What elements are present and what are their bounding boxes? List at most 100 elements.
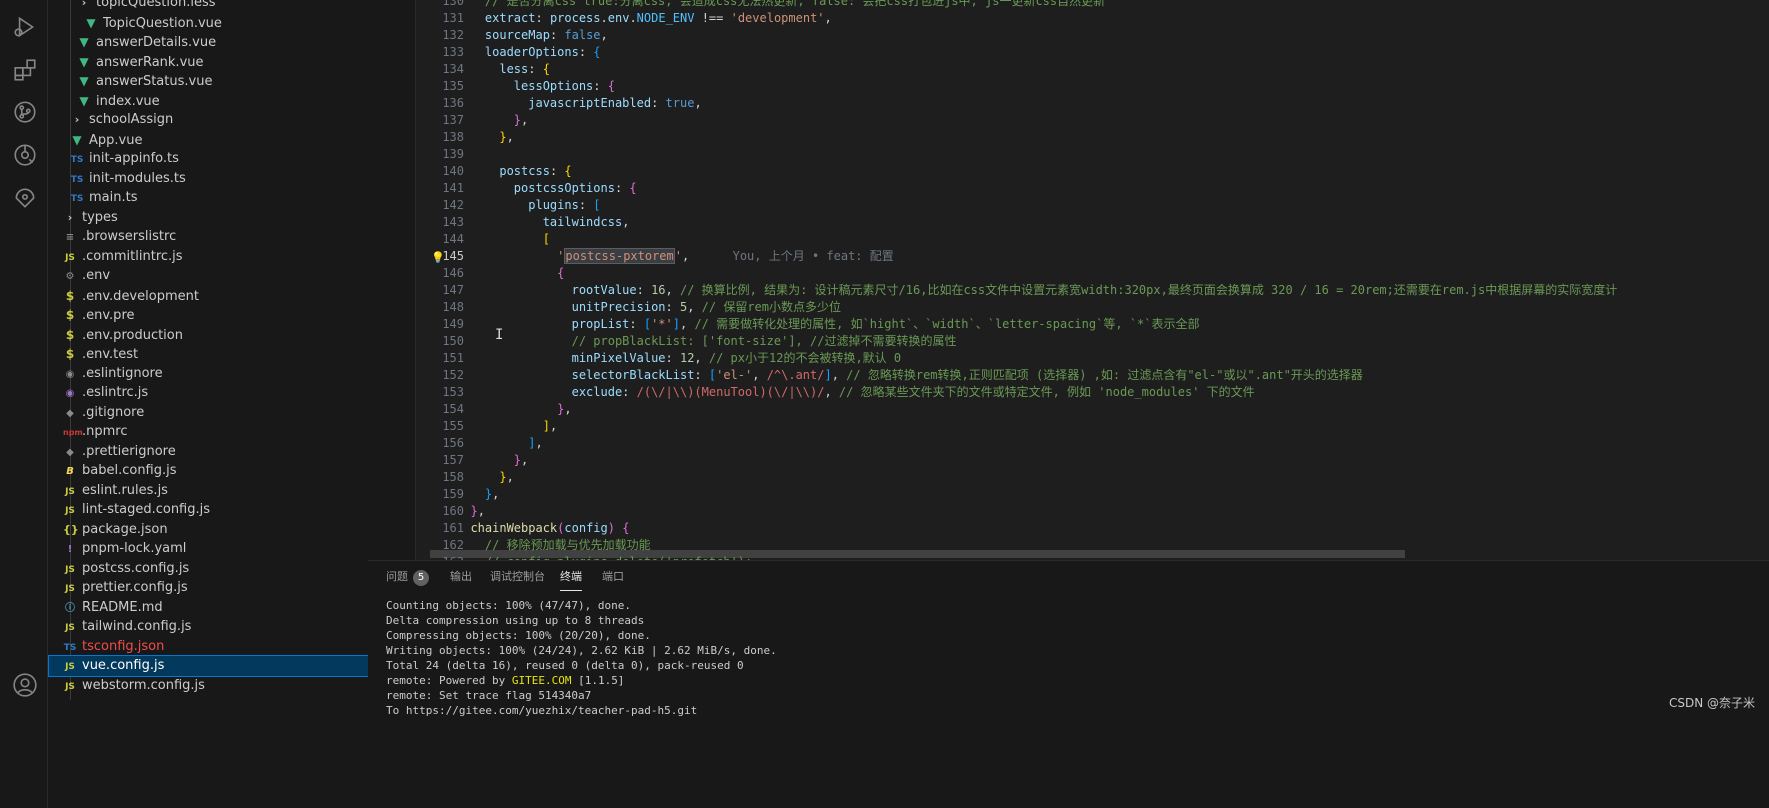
code-text: exclude: /(\/|\\)(MenuTool)(\/|\\)/, // … [456, 384, 1255, 401]
code-token: , [506, 470, 514, 484]
code-line[interactable]: 158 }, [416, 469, 1769, 486]
panel-tab[interactable]: 端口 [602, 567, 624, 591]
code-text: sourceMap: false, [456, 27, 608, 44]
terminal-line: Compressing objects: 100% (20/20), done. [386, 628, 651, 643]
code-line[interactable]: 156 ], [416, 435, 1769, 452]
terminal-text: GITEE.COM [511, 674, 572, 687]
code-text: // 是否分离css true:分离css, 会造成css无法热更新, fals… [456, 0, 1105, 10]
code-token: exclude [571, 385, 623, 399]
code-text: tailwindcss, [456, 214, 630, 231]
account-icon[interactable] [12, 672, 38, 698]
code-token: config [564, 521, 608, 535]
code-token: // 需要做转化处理的属性, 如`hight`、`width`、`letter-… [694, 317, 1200, 331]
code-line[interactable]: 132 sourceMap: false, [416, 27, 1769, 44]
remote-explorer-icon[interactable] [12, 185, 38, 211]
code-token: , [549, 419, 558, 433]
code-token: : [528, 62, 543, 76]
git-history-icon[interactable] [12, 142, 38, 168]
extensions-icon[interactable] [12, 57, 38, 83]
panel-tab-label: 调试控制台 [490, 570, 545, 583]
code-line[interactable]: 147 rootValue: 16, // 换算比例, 结果为: 设计稿元素尺寸… [416, 282, 1769, 299]
panel-tab[interactable]: 输出 [450, 567, 472, 591]
code-line[interactable]: 151 minPixelValue: 12, // px小于12的不会被转换,默… [416, 350, 1769, 367]
terminal-line: Writing objects: 100% (24/24), 2.62 KiB … [386, 643, 777, 658]
code-line[interactable]: 136 javascriptEnabled: true, [416, 95, 1769, 112]
code-text: postcssOptions: { [456, 180, 637, 197]
terminal-text: Compressing objects: 100% (20/20), done. [386, 629, 651, 642]
code-line[interactable]: 143 tailwindcss, [416, 214, 1769, 231]
code-line[interactable]: 134 less: { [416, 61, 1769, 78]
source-control-icon[interactable] [12, 99, 38, 125]
file-explorer: › topicQuestion.less ▼ TopicQuestion.vue ▼ an… [48, 0, 416, 808]
code-line[interactable]: 155 ], [416, 418, 1769, 435]
code-line[interactable]: 152 selectorBlackList: ['el-', /^\.ant/]… [416, 367, 1769, 384]
code-token: // 忽略某些文件夹下的文件或特定文件, 例如 'node_modules' 下… [838, 385, 1255, 399]
text-cursor-icon: I [495, 327, 504, 343]
code-line[interactable]: 139 [416, 146, 1769, 163]
code-line[interactable]: 148 unitPrecision: 5, // 保留rem小数点多少位 [416, 299, 1769, 316]
code-token: postcssOptions [513, 181, 615, 195]
code-line[interactable]: 159 }, [416, 486, 1769, 503]
code-line[interactable]: 160 }, [416, 503, 1769, 520]
code-token: !== [694, 11, 731, 25]
run-debug-icon[interactable] [12, 14, 38, 40]
code-line[interactable]: 137 }, [416, 112, 1769, 129]
code-line[interactable]: 135 lessOptions: { [416, 78, 1769, 95]
code-line[interactable]: 153 exclude: /(\/|\\)(MenuTool)(\/|\\)/,… [416, 384, 1769, 401]
code-line[interactable]: 161 chainWebpack(config) { [416, 520, 1769, 537]
code-line[interactable]: 142 plugins: [ [416, 197, 1769, 214]
code-token: , [824, 385, 839, 399]
code-line[interactable]: 157 }, [416, 452, 1769, 469]
code-line[interactable]: 150 // propBlackList: ['font-size'], //过… [416, 333, 1769, 350]
code-line[interactable]: 141 postcssOptions: { [416, 180, 1769, 197]
code-line[interactable]: 138 }, [416, 129, 1769, 146]
code-line[interactable]: 130 // 是否分离css true:分离css, 会造成css无法热更新, … [416, 0, 1769, 10]
code-text: selectorBlackList: ['el-', /^\.ant/], //… [456, 367, 1363, 384]
code-token: , [680, 317, 695, 331]
code-token: : [549, 28, 565, 42]
code-line[interactable]: 154 }, [416, 401, 1769, 418]
panel-tab[interactable]: 调试控制台 [490, 567, 545, 591]
terminal-text: To https://gitee.com/yuezhix/teacher-pad… [386, 704, 698, 717]
panel-tab-label: 端口 [602, 570, 624, 583]
git-blame-annotation: You, 上个月 • feat: 配置 [732, 249, 894, 263]
panel-tab-label: 问题 [386, 570, 408, 583]
code-line[interactable]: 133 loaderOptions: { [416, 44, 1769, 61]
code-text: // propBlackList: ['font-size'], //过滤掉不需… [456, 333, 957, 350]
code-line[interactable]: 146 { [416, 265, 1769, 282]
terminal-text: Total 24 (delta 16), reused 0 (delta 0),… [386, 659, 744, 672]
code-token: { [622, 521, 630, 535]
terminal-text: remote: Powered by [386, 674, 512, 687]
panel-tab[interactable]: 终端 [560, 567, 582, 591]
code-token: minPixelValue [571, 351, 666, 365]
code-line[interactable]: 149 propList: ['*'], // 需要做转化处理的属性, 如`hi… [416, 316, 1769, 333]
code-token: . [600, 11, 608, 25]
code-text: }, [456, 486, 499, 503]
code-token: , [521, 113, 529, 127]
code-line[interactable]: 162 // 移除预加载与优先加载功能 [416, 537, 1769, 554]
code-token: : [578, 45, 594, 59]
code-token: , [824, 11, 832, 25]
explorer-item[interactable]: JS webstorm.config.js [48, 675, 415, 697]
code-line[interactable]: 131 extract: process.env.NODE_ENV !== 'd… [416, 10, 1769, 27]
code-token: javascriptEnabled [528, 96, 652, 110]
js-file-icon: JS [65, 681, 75, 692]
code-editor[interactable]: 130 // 是否分离css true:分离css, 会造成css无法热更新, … [416, 0, 1769, 560]
code-text: lessOptions: { [456, 78, 615, 95]
code-line[interactable]: 145 'postcss-pxtorem', You, 上个月 • feat: … [416, 248, 1769, 265]
code-token: NODE_ENV [636, 11, 695, 25]
code-line[interactable]: 140 postcss: { [416, 163, 1769, 180]
code-line[interactable]: 144 [ [416, 231, 1769, 248]
watermark: CSDN @奈子米 [1668, 696, 1755, 710]
code-token: [ [593, 198, 601, 212]
code-token: plugins [528, 198, 579, 212]
panel-tab[interactable]: 问题 5 [386, 567, 429, 591]
lightbulb-icon[interactable]: 💡 [431, 249, 445, 266]
